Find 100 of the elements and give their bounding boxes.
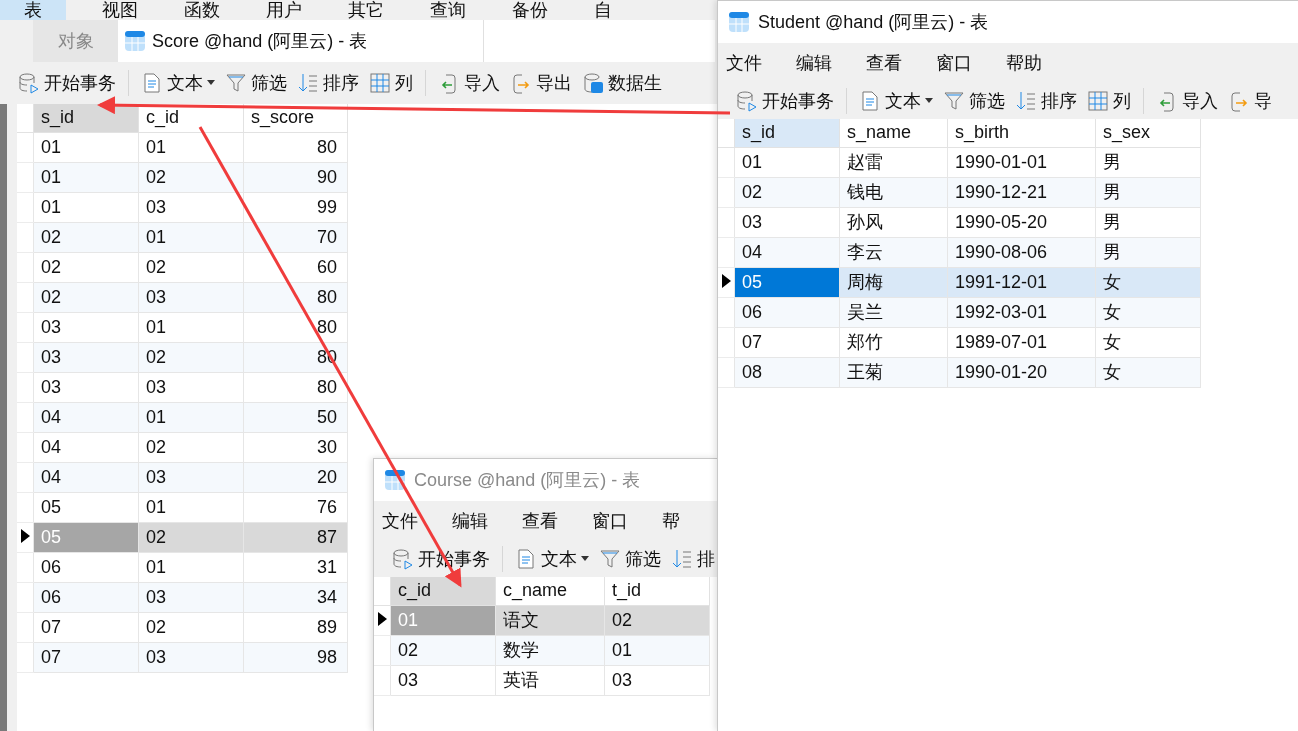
table-cell: 02 <box>138 432 244 462</box>
database-icon <box>736 90 758 112</box>
table-cell: 03 <box>33 342 139 372</box>
table-cell: 89 <box>243 612 348 642</box>
table-cell: 50 <box>243 402 348 432</box>
toolbar-button[interactable]: 导入 <box>1154 89 1220 113</box>
grid-icon <box>369 72 391 94</box>
toolbar-button[interactable]: 导 <box>1226 89 1274 113</box>
menu-item[interactable]: 其它 <box>338 0 394 20</box>
table-cell: 01 <box>33 162 139 192</box>
menu-item[interactable]: 表 <box>0 0 66 20</box>
table-cell: 05 <box>33 492 139 522</box>
table-cell: 周梅 <box>839 267 948 297</box>
table-cell: 01 <box>33 192 139 222</box>
document-icon <box>141 72 163 94</box>
table-cell: 孙风 <box>839 207 948 237</box>
table-cell: 男 <box>1095 147 1201 177</box>
toolbar-button[interactable]: 排序 <box>1013 89 1079 113</box>
menu-item[interactable]: 窗口 <box>928 43 980 83</box>
table-cell: 08 <box>734 357 840 387</box>
table-cell: 04 <box>33 462 139 492</box>
table-cell: 02 <box>138 342 244 372</box>
row-pointer-icon <box>377 611 387 626</box>
menu-item[interactable]: 编辑 <box>788 43 840 83</box>
toolbar-button[interactable]: 排 <box>669 547 717 571</box>
database-icon <box>18 72 40 94</box>
column-header[interactable]: t_id <box>604 577 710 605</box>
export-icon <box>510 72 532 94</box>
toolbar-button[interactable]: 列 <box>1085 89 1133 113</box>
menu-item[interactable]: 函数 <box>174 0 230 20</box>
sort-icon <box>297 72 319 94</box>
menu-item[interactable]: 自 <box>584 0 622 20</box>
menu-item[interactable]: 视图 <box>92 0 148 20</box>
menu-item[interactable]: 帮 <box>654 501 688 541</box>
table-cell: 30 <box>243 432 348 462</box>
menu-item[interactable]: 查看 <box>514 501 566 541</box>
database-icon <box>392 548 414 570</box>
table-cell: 语文 <box>495 605 605 635</box>
toolbar-button[interactable]: 开始事务 <box>734 89 836 113</box>
table-cell: 赵雷 <box>839 147 948 177</box>
sort-icon <box>671 548 693 570</box>
table-cell: 01 <box>604 635 710 665</box>
menu-item[interactable]: 文件 <box>374 501 426 541</box>
toolbar-button[interactable]: 文本 <box>139 71 217 95</box>
toolbar-button[interactable]: 数据生 <box>580 71 664 95</box>
table-cell: 99 <box>243 192 348 222</box>
table-cell: 03 <box>138 462 244 492</box>
toolbar-button[interactable]: 筛选 <box>597 547 663 571</box>
table-cell: 03 <box>33 312 139 342</box>
table-cell: 05 <box>33 522 139 552</box>
menu-item[interactable]: 用户 <box>256 0 312 20</box>
table-cell: 男 <box>1095 237 1201 267</box>
table-cell: 01 <box>138 402 244 432</box>
menu-item[interactable]: 备份 <box>502 0 558 20</box>
menu-item[interactable]: 窗口 <box>584 501 636 541</box>
menu-item[interactable]: 编辑 <box>444 501 496 541</box>
table-cell: 02 <box>138 522 244 552</box>
table-cell: 01 <box>734 147 840 177</box>
toolbar-button[interactable]: 开始事务 <box>16 71 118 95</box>
toolbar-button[interactable]: 文本 <box>857 89 935 113</box>
table-cell: 02 <box>33 282 139 312</box>
menu-item[interactable]: 文件 <box>718 43 770 83</box>
table-icon <box>728 11 750 33</box>
table-cell: 01 <box>390 605 496 635</box>
table-cell: 98 <box>243 642 348 672</box>
table-cell: 02 <box>734 177 840 207</box>
column-header[interactable]: s_birth <box>947 119 1096 147</box>
toolbar-button[interactable]: 列 <box>367 71 415 95</box>
grid-icon <box>1087 90 1109 112</box>
table-cell: 20 <box>243 462 348 492</box>
window-title: Course @hand (阿里云) - 表 <box>414 469 641 492</box>
column-header[interactable]: s_id <box>734 119 840 147</box>
table-cell: 04 <box>734 237 840 267</box>
table-cell: 1990-01-01 <box>947 147 1096 177</box>
column-header[interactable]: c_name <box>495 577 605 605</box>
menu-item[interactable]: 帮助 <box>998 43 1050 83</box>
table-cell: 80 <box>243 132 348 162</box>
toolbar-button[interactable]: 筛选 <box>941 89 1007 113</box>
toolbar-button[interactable]: 文本 <box>513 547 591 571</box>
table-cell: 07 <box>33 612 139 642</box>
column-header[interactable]: s_id <box>33 104 139 132</box>
window-title: Student @hand (阿里云) - 表 <box>758 11 989 34</box>
toolbar-button[interactable]: 筛选 <box>223 71 289 95</box>
table-cell: 02 <box>33 222 139 252</box>
column-header[interactable]: s_sex <box>1095 119 1201 147</box>
table-cell: 女 <box>1095 267 1201 297</box>
row-pointer-icon <box>721 273 731 288</box>
filter-icon <box>943 90 965 112</box>
column-header[interactable]: s_name <box>839 119 948 147</box>
export-icon <box>1228 90 1250 112</box>
toolbar-button[interactable]: 导入 <box>436 71 502 95</box>
menu-item[interactable]: 查看 <box>858 43 910 83</box>
column-header[interactable]: c_id <box>390 577 496 605</box>
table-cell: 31 <box>243 552 348 582</box>
toolbar-button[interactable]: 排序 <box>295 71 361 95</box>
toolbar-button[interactable]: 导出 <box>508 71 574 95</box>
tab[interactable]: Score @hand (阿里云) - 表 <box>118 20 483 62</box>
menu-item[interactable]: 查询 <box>420 0 476 20</box>
table-cell: 06 <box>33 582 139 612</box>
table-cell: 05 <box>734 267 840 297</box>
